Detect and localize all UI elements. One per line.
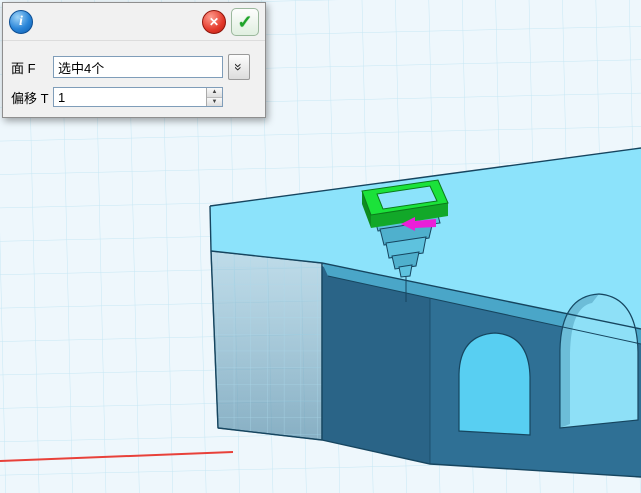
cancel-icon: ✕ <box>209 15 219 29</box>
confirm-icon: ✓ <box>237 12 252 33</box>
offset-spinner: ▲ ▼ <box>206 88 222 106</box>
expand-list-button[interactable]: » <box>228 54 250 80</box>
spinner-up-button[interactable]: ▲ <box>207 88 222 97</box>
chevron-double-down-icon: » <box>232 63 246 71</box>
left-end-face[interactable] <box>322 266 430 464</box>
face-selection-input[interactable] <box>53 56 223 78</box>
cad-application: i ✕ ✓ 面 F » 偏移 T <box>0 0 641 493</box>
cancel-button[interactable]: ✕ <box>202 10 226 34</box>
dialog-titlebar: i ✕ ✓ <box>3 3 265 41</box>
info-icon-glyph: i <box>19 15 23 29</box>
spinner-down-button[interactable]: ▼ <box>207 97 222 107</box>
dialog-body: 面 F » 偏移 T ▲ ▼ <box>3 41 265 117</box>
info-icon[interactable]: i <box>9 10 33 34</box>
confirm-button[interactable]: ✓ <box>231 8 259 36</box>
offset-field-row: 偏移 T ▲ ▼ <box>11 87 257 107</box>
dialog-actions: ✕ ✓ <box>202 8 259 36</box>
offset-input[interactable] <box>53 87 223 107</box>
face-field-label: 面 F <box>11 58 53 77</box>
feature-dialog: i ✕ ✓ 面 F » 偏移 T <box>2 2 266 118</box>
arch-cutout-left[interactable] <box>459 333 530 435</box>
face-field-row: 面 F » <box>11 54 257 80</box>
offset-field-label: 偏移 T <box>11 88 53 107</box>
transparent-box-face[interactable] <box>200 240 330 450</box>
offset-spinbox: ▲ ▼ <box>53 87 223 107</box>
